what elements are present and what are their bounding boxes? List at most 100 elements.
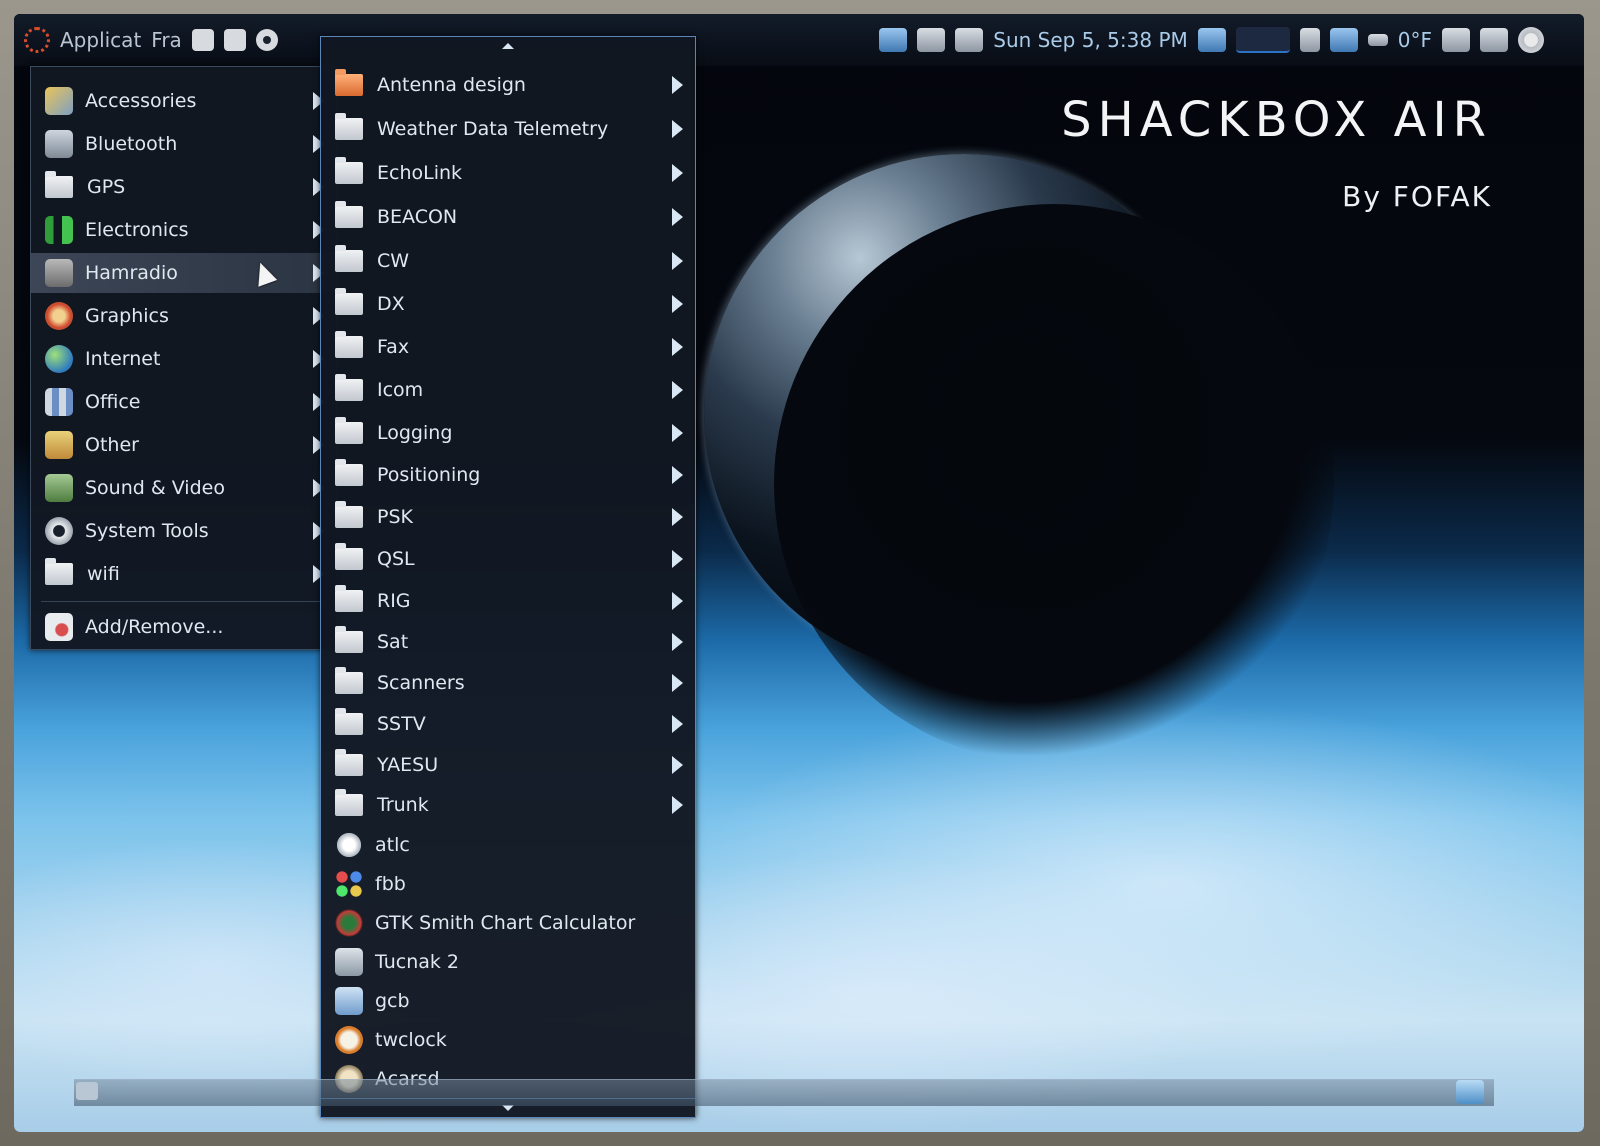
menu-item-label: Office: [85, 391, 141, 413]
folder-icon: [335, 626, 363, 653]
submenu-item-logging[interactable]: Logging: [321, 413, 695, 453]
submenu-arrow-icon: [672, 295, 683, 313]
terminal-launcher-icon[interactable]: [191, 29, 214, 51]
menu-item-label: Hamradio: [85, 262, 178, 284]
menu-item-label: Bluetooth: [85, 133, 178, 155]
submenu-item-weather[interactable]: Weather Data Telemetry: [321, 109, 695, 149]
submenu-item-label: Logging: [377, 422, 453, 444]
submenu-arrow-icon: [672, 424, 683, 442]
submenu-item-rig[interactable]: RIG: [321, 581, 695, 621]
submenu-item-label: Scanners: [377, 672, 465, 694]
submenu-item-tucnak[interactable]: Tucnak 2: [321, 942, 695, 982]
menu-separator: [41, 601, 326, 602]
menu-item-gps[interactable]: GPS: [31, 167, 336, 207]
submenu-item-scanners[interactable]: Scanners: [321, 663, 695, 703]
settings-icon[interactable]: [1442, 28, 1470, 52]
places-menu-button[interactable]: Fra: [151, 28, 182, 52]
submenu-item-gcb[interactable]: gcb: [321, 981, 695, 1021]
scroll-up-button[interactable]: [321, 37, 695, 55]
menu-item-label: GPS: [87, 176, 126, 198]
menu-item-electronics[interactable]: Electronics: [31, 210, 336, 250]
planet-shadow: [774, 204, 1334, 764]
menu-item-label: System Tools: [85, 520, 209, 542]
submenu-item-cw[interactable]: CW: [321, 241, 695, 281]
menu-item-system-tools[interactable]: System Tools: [31, 511, 336, 551]
menu-item-wifi[interactable]: wifi: [31, 554, 336, 594]
display-icon[interactable]: [955, 28, 984, 52]
submenu-item-beacon[interactable]: BEACON: [321, 197, 695, 237]
submenu-item-fax[interactable]: Fax: [321, 327, 695, 367]
electronics-icon: [45, 216, 73, 244]
office-icon: [45, 388, 73, 416]
submenu-item-positioning[interactable]: Positioning: [321, 455, 695, 495]
submenu-item-dx[interactable]: DX: [321, 284, 695, 324]
submenu-item-qsl[interactable]: QSL: [321, 539, 695, 579]
menu-item-accessories[interactable]: Accessories: [31, 81, 336, 121]
show-desktop-icon[interactable]: [76, 1082, 98, 1100]
menu-item-office[interactable]: Office: [31, 382, 336, 422]
applications-menu-button[interactable]: Applicat: [60, 28, 141, 52]
submenu-item-sat[interactable]: Sat: [321, 622, 695, 662]
folder-icon: [335, 157, 363, 184]
tucnak-icon: [335, 948, 363, 976]
submenu-item-twclock[interactable]: twclock: [321, 1020, 695, 1060]
volume-icon[interactable]: [1299, 28, 1320, 52]
menu-item-bluetooth[interactable]: Bluetooth: [31, 124, 336, 164]
menu-item-add-remove[interactable]: Add/Remove...: [31, 607, 336, 647]
brand-byline: By FOFAK: [1342, 180, 1492, 213]
menu-item-sound-video[interactable]: Sound & Video: [31, 468, 336, 508]
folder-icon: [335, 288, 363, 315]
folder-icon: [45, 558, 73, 585]
submenu-item-label: Sat: [377, 631, 409, 653]
submenu-item-label: QSL: [377, 548, 415, 570]
submenu-item-label: CW: [377, 250, 410, 272]
submenu-item-gtk-smith-chart[interactable]: GTK Smith Chart Calculator: [321, 903, 695, 943]
logout-icon[interactable]: [1480, 28, 1508, 52]
submenu-item-yaesu[interactable]: YAESU: [321, 745, 695, 785]
applications-icon[interactable]: [24, 27, 50, 53]
network-icon[interactable]: [1197, 28, 1226, 52]
disc-launcher-icon[interactable]: [255, 29, 278, 51]
screenshot-icon[interactable]: [917, 28, 946, 52]
menu-item-other[interactable]: Other: [31, 425, 336, 465]
power-icon[interactable]: [1518, 27, 1544, 53]
hamradio-icon: [45, 259, 73, 287]
submenu-item-label: GTK Smith Chart Calculator: [375, 912, 636, 934]
submenu-item-label: atlc: [375, 834, 410, 856]
submenu-item-echolink[interactable]: EchoLink: [321, 153, 695, 193]
battery-icon[interactable]: [1367, 34, 1388, 46]
submenu-item-icom[interactable]: Icom: [321, 370, 695, 410]
submenu-arrow-icon: [672, 164, 683, 182]
submenu-arrow-icon: [672, 120, 683, 138]
submenu-item-psk[interactable]: PSK: [321, 497, 695, 537]
submenu-arrow-icon: [672, 674, 683, 692]
editor-launcher-icon[interactable]: [223, 29, 246, 51]
system-monitor-applet[interactable]: [1235, 27, 1290, 53]
menu-item-graphics[interactable]: Graphics: [31, 296, 336, 336]
menu-item-internet[interactable]: Internet: [31, 339, 336, 379]
submenu-item-trunk[interactable]: Trunk: [321, 785, 695, 825]
trash-icon[interactable]: [1456, 1080, 1484, 1104]
menu-item-hamradio[interactable]: Hamradio: [31, 253, 336, 293]
hamradio-submenu: Antenna design Weather Data Telemetry Ec…: [320, 36, 696, 1118]
submenu-item-fbb[interactable]: fbb: [321, 864, 695, 904]
menu-item-label: Accessories: [85, 90, 197, 112]
submenu-item-antenna-design[interactable]: Antenna design: [321, 65, 695, 105]
panel-left: Applicat Fra: [24, 22, 278, 58]
submenu-item-atlc[interactable]: atlc: [321, 825, 695, 865]
folder-icon: [335, 459, 363, 486]
menu-item-label: Add/Remove...: [85, 616, 224, 638]
submenu-item-sstv[interactable]: SSTV: [321, 704, 695, 744]
file-manager-icon[interactable]: [879, 28, 908, 52]
submenu-arrow-icon: [672, 76, 683, 94]
menu-item-label: Sound & Video: [85, 477, 225, 499]
submenu-item-label: PSK: [377, 506, 413, 528]
clock[interactable]: Sun Sep 5, 5:38 PM: [993, 28, 1187, 52]
temperature-readout[interactable]: 0°F: [1398, 28, 1432, 52]
folder-icon: [335, 543, 363, 570]
folder-icon: [335, 417, 363, 444]
submenu-item-label: RIG: [377, 590, 411, 612]
network-connection-icon[interactable]: [1329, 28, 1358, 52]
submenu-item-label: EchoLink: [377, 162, 463, 184]
folder-icon: [335, 374, 363, 401]
